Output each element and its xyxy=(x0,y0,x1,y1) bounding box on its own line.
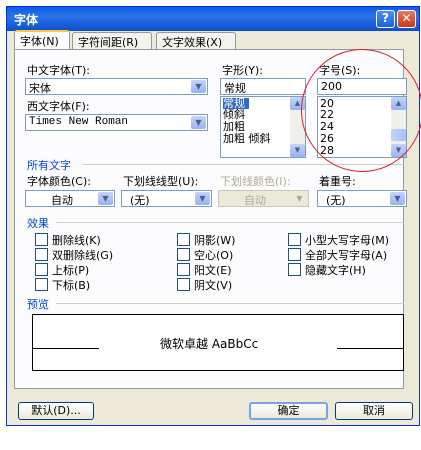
emboss-checkbox[interactable] xyxy=(177,263,190,276)
effects-section-label: 效果 xyxy=(27,217,49,230)
underline-style-label: 下划线线型(U): xyxy=(123,175,199,188)
shadow-label: 阴影(W) xyxy=(194,234,236,247)
preview-sample-text: 微软卓越 AaBbCc xyxy=(160,337,259,351)
small-caps-label: 小型大写字母(M) xyxy=(305,234,390,247)
scroll-thumb[interactable] xyxy=(391,129,406,141)
chevron-down-icon[interactable]: ▼ xyxy=(191,116,206,129)
double-strikethrough-checkbox[interactable] xyxy=(35,248,48,261)
hidden-text-label: 隐藏文字(H) xyxy=(305,264,366,277)
close-button[interactable]: ✕ xyxy=(397,10,416,28)
preview-section-label: 预览 xyxy=(27,298,49,311)
preview-divider xyxy=(56,303,404,304)
western-font-value: Times New Roman xyxy=(29,116,129,128)
title-bar[interactable]: 字体 ? ✕ xyxy=(7,7,419,31)
chinese-font-combo[interactable]: 宋体 ▼ xyxy=(25,78,208,95)
underline-color-value: 自动 xyxy=(244,194,266,207)
all-caps-checkbox[interactable] xyxy=(288,248,301,261)
font-size-value: 200 xyxy=(321,80,342,93)
help-button[interactable]: ? xyxy=(376,10,395,28)
font-style-input[interactable]: 常规 xyxy=(220,78,306,95)
small-caps-checkbox[interactable] xyxy=(288,233,301,246)
chevron-down-icon[interactable]: ▼ xyxy=(191,80,206,93)
strikethrough-checkbox[interactable] xyxy=(35,233,48,246)
chevron-down-icon: ▼ xyxy=(292,192,307,205)
font-style-scrollbar[interactable]: ▲ ▼ xyxy=(290,97,305,157)
font-size-label: 字号(S): xyxy=(319,64,361,77)
western-font-combo[interactable]: Times New Roman ▼ xyxy=(25,114,208,131)
chevron-down-icon[interactable]: ▼ xyxy=(195,192,210,205)
all-text-divider xyxy=(82,164,404,165)
tab-font[interactable]: 字体(N) xyxy=(14,30,70,50)
underline-style-combo[interactable]: (无) ▼ xyxy=(121,190,212,207)
font-color-label: 字体颜色(C): xyxy=(27,175,91,188)
double-strikethrough-label: 双删除线(G) xyxy=(52,249,114,262)
font-size-option[interactable]: 26 xyxy=(320,133,334,144)
font-size-option[interactable]: 24 xyxy=(320,121,334,132)
underline-style-value: (无) xyxy=(130,194,150,207)
scroll-up-icon[interactable]: ▲ xyxy=(290,97,305,110)
tab-character-spacing[interactable]: 字符间距(R) xyxy=(72,32,152,49)
superscript-checkbox[interactable] xyxy=(35,263,48,276)
cancel-button[interactable]: 取消 xyxy=(335,402,413,420)
all-text-section-label: 所有文字 xyxy=(27,159,71,172)
shadow-checkbox[interactable] xyxy=(177,233,190,246)
underline-color-combo: 自动 ▼ xyxy=(218,190,309,207)
outline-label: 空心(O) xyxy=(194,249,234,262)
strikethrough-label: 删除线(K) xyxy=(52,234,101,247)
engrave-label: 阴文(V) xyxy=(194,279,233,292)
font-size-scrollbar[interactable]: ▲ ▼ xyxy=(391,97,406,157)
emphasis-mark-label: 着重号: xyxy=(319,175,356,188)
preview-box: 微软卓越 AaBbCc xyxy=(32,314,404,371)
preview-baseline-right xyxy=(337,348,403,349)
default-button[interactable]: 默认(D)... xyxy=(18,402,94,420)
emphasis-mark-value: (无) xyxy=(326,194,346,207)
chinese-font-value: 宋体 xyxy=(29,82,51,95)
western-font-label: 西文字体(F): xyxy=(27,100,90,113)
effects-divider xyxy=(56,222,404,223)
engrave-checkbox[interactable] xyxy=(177,278,190,291)
font-style-value: 常规 xyxy=(224,82,246,95)
outline-checkbox[interactable] xyxy=(177,248,190,261)
scroll-down-icon[interactable]: ▼ xyxy=(391,144,406,157)
font-color-combo[interactable]: 自动 ▼ xyxy=(25,190,115,207)
chinese-font-label: 中文字体(T): xyxy=(27,64,91,77)
font-style-label: 字形(Y): xyxy=(222,64,264,77)
tab-text-effects[interactable]: 文字效果(X) xyxy=(156,32,236,49)
font-size-input[interactable]: 200 xyxy=(317,78,407,95)
subscript-checkbox[interactable] xyxy=(35,278,48,291)
superscript-label: 上标(P) xyxy=(52,264,90,277)
scroll-up-icon[interactable]: ▲ xyxy=(391,97,406,110)
font-size-option[interactable]: 22 xyxy=(320,109,334,120)
scroll-down-icon[interactable]: ▼ xyxy=(290,144,305,157)
chevron-down-icon[interactable]: ▼ xyxy=(98,192,113,205)
emphasis-mark-combo[interactable]: (无) ▼ xyxy=(317,190,407,207)
ok-button[interactable]: 确定 xyxy=(249,402,328,420)
chevron-down-icon[interactable]: ▼ xyxy=(390,192,405,205)
hidden-text-checkbox[interactable] xyxy=(288,263,301,276)
window-title: 字体 xyxy=(14,13,39,27)
subscript-label: 下标(B) xyxy=(52,279,91,292)
font-size-option[interactable]: 28 xyxy=(320,145,334,156)
font-style-option[interactable]: 倾斜 xyxy=(223,109,245,120)
font-style-option[interactable]: 加粗 xyxy=(223,121,245,132)
all-caps-label: 全部大写字母(A) xyxy=(305,249,388,262)
font-color-value: 自动 xyxy=(51,194,73,207)
font-style-list[interactable]: 常规 倾斜 加粗 加粗 倾斜 ▲ ▼ xyxy=(220,96,306,158)
emboss-label: 阳文(E) xyxy=(194,264,232,277)
underline-color-label: 下划线颜色(I): xyxy=(220,175,291,188)
font-style-option[interactable]: 加粗 倾斜 xyxy=(223,133,271,144)
font-size-list[interactable]: 20 22 24 26 28 ▲ ▼ xyxy=(317,96,407,158)
preview-baseline-left xyxy=(33,348,99,349)
